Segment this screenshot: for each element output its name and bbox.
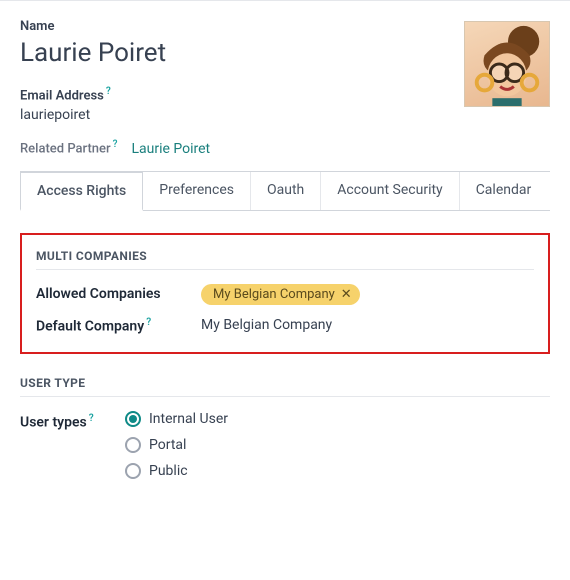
multi-companies-title: MULTI COMPANIES (36, 249, 534, 270)
help-icon[interactable]: ? (113, 139, 118, 150)
email-label-text: Email Address (20, 88, 104, 103)
related-partner-link[interactable]: Laurie Poiret (131, 141, 210, 157)
allowed-companies-label: Allowed Companies (36, 286, 201, 302)
radio-label: Public (149, 463, 188, 479)
radio-portal[interactable]: Portal (125, 437, 228, 453)
user-type-title: USER TYPE (20, 376, 550, 397)
tab-account-security[interactable]: Account Security (321, 172, 459, 210)
radio-icon (125, 437, 141, 453)
help-icon[interactable]: ? (106, 86, 111, 97)
default-company-label: Default Company? (36, 317, 201, 335)
radio-public[interactable]: Public (125, 463, 228, 479)
close-icon[interactable]: ✕ (341, 287, 352, 302)
radio-internal-user[interactable]: Internal User (125, 411, 228, 427)
company-tag[interactable]: My Belgian Company ✕ (201, 284, 360, 305)
help-icon[interactable]: ? (146, 317, 151, 328)
radio-icon (125, 463, 141, 479)
default-company-label-text: Default Company (36, 318, 144, 334)
user-type-section: USER TYPE User types? Internal User Port… (20, 376, 550, 479)
related-partner-label: Related Partner? (20, 139, 117, 156)
tab-preferences[interactable]: Preferences (143, 172, 251, 210)
user-types-label: User types? (20, 411, 125, 431)
tab-access-rights[interactable]: Access Rights (20, 171, 143, 211)
multi-companies-section: MULTI COMPANIES Allowed Companies My Bel… (20, 233, 550, 355)
email-value[interactable]: lauriepoiret (20, 107, 550, 123)
tab-oauth[interactable]: Oauth (251, 172, 321, 210)
default-company-value[interactable]: My Belgian Company (201, 317, 332, 333)
radio-icon (125, 411, 141, 427)
help-icon[interactable]: ? (89, 413, 94, 424)
radio-label: Portal (149, 437, 186, 453)
tab-calendar[interactable]: Calendar (460, 172, 548, 210)
company-tag-label: My Belgian Company (213, 287, 335, 302)
avatar[interactable] (464, 21, 550, 107)
user-types-label-text: User types (20, 415, 87, 431)
tabs: Access Rights Preferences Oauth Account … (20, 171, 550, 211)
radio-label: Internal User (149, 411, 228, 427)
related-partner-label-text: Related Partner (20, 142, 111, 157)
